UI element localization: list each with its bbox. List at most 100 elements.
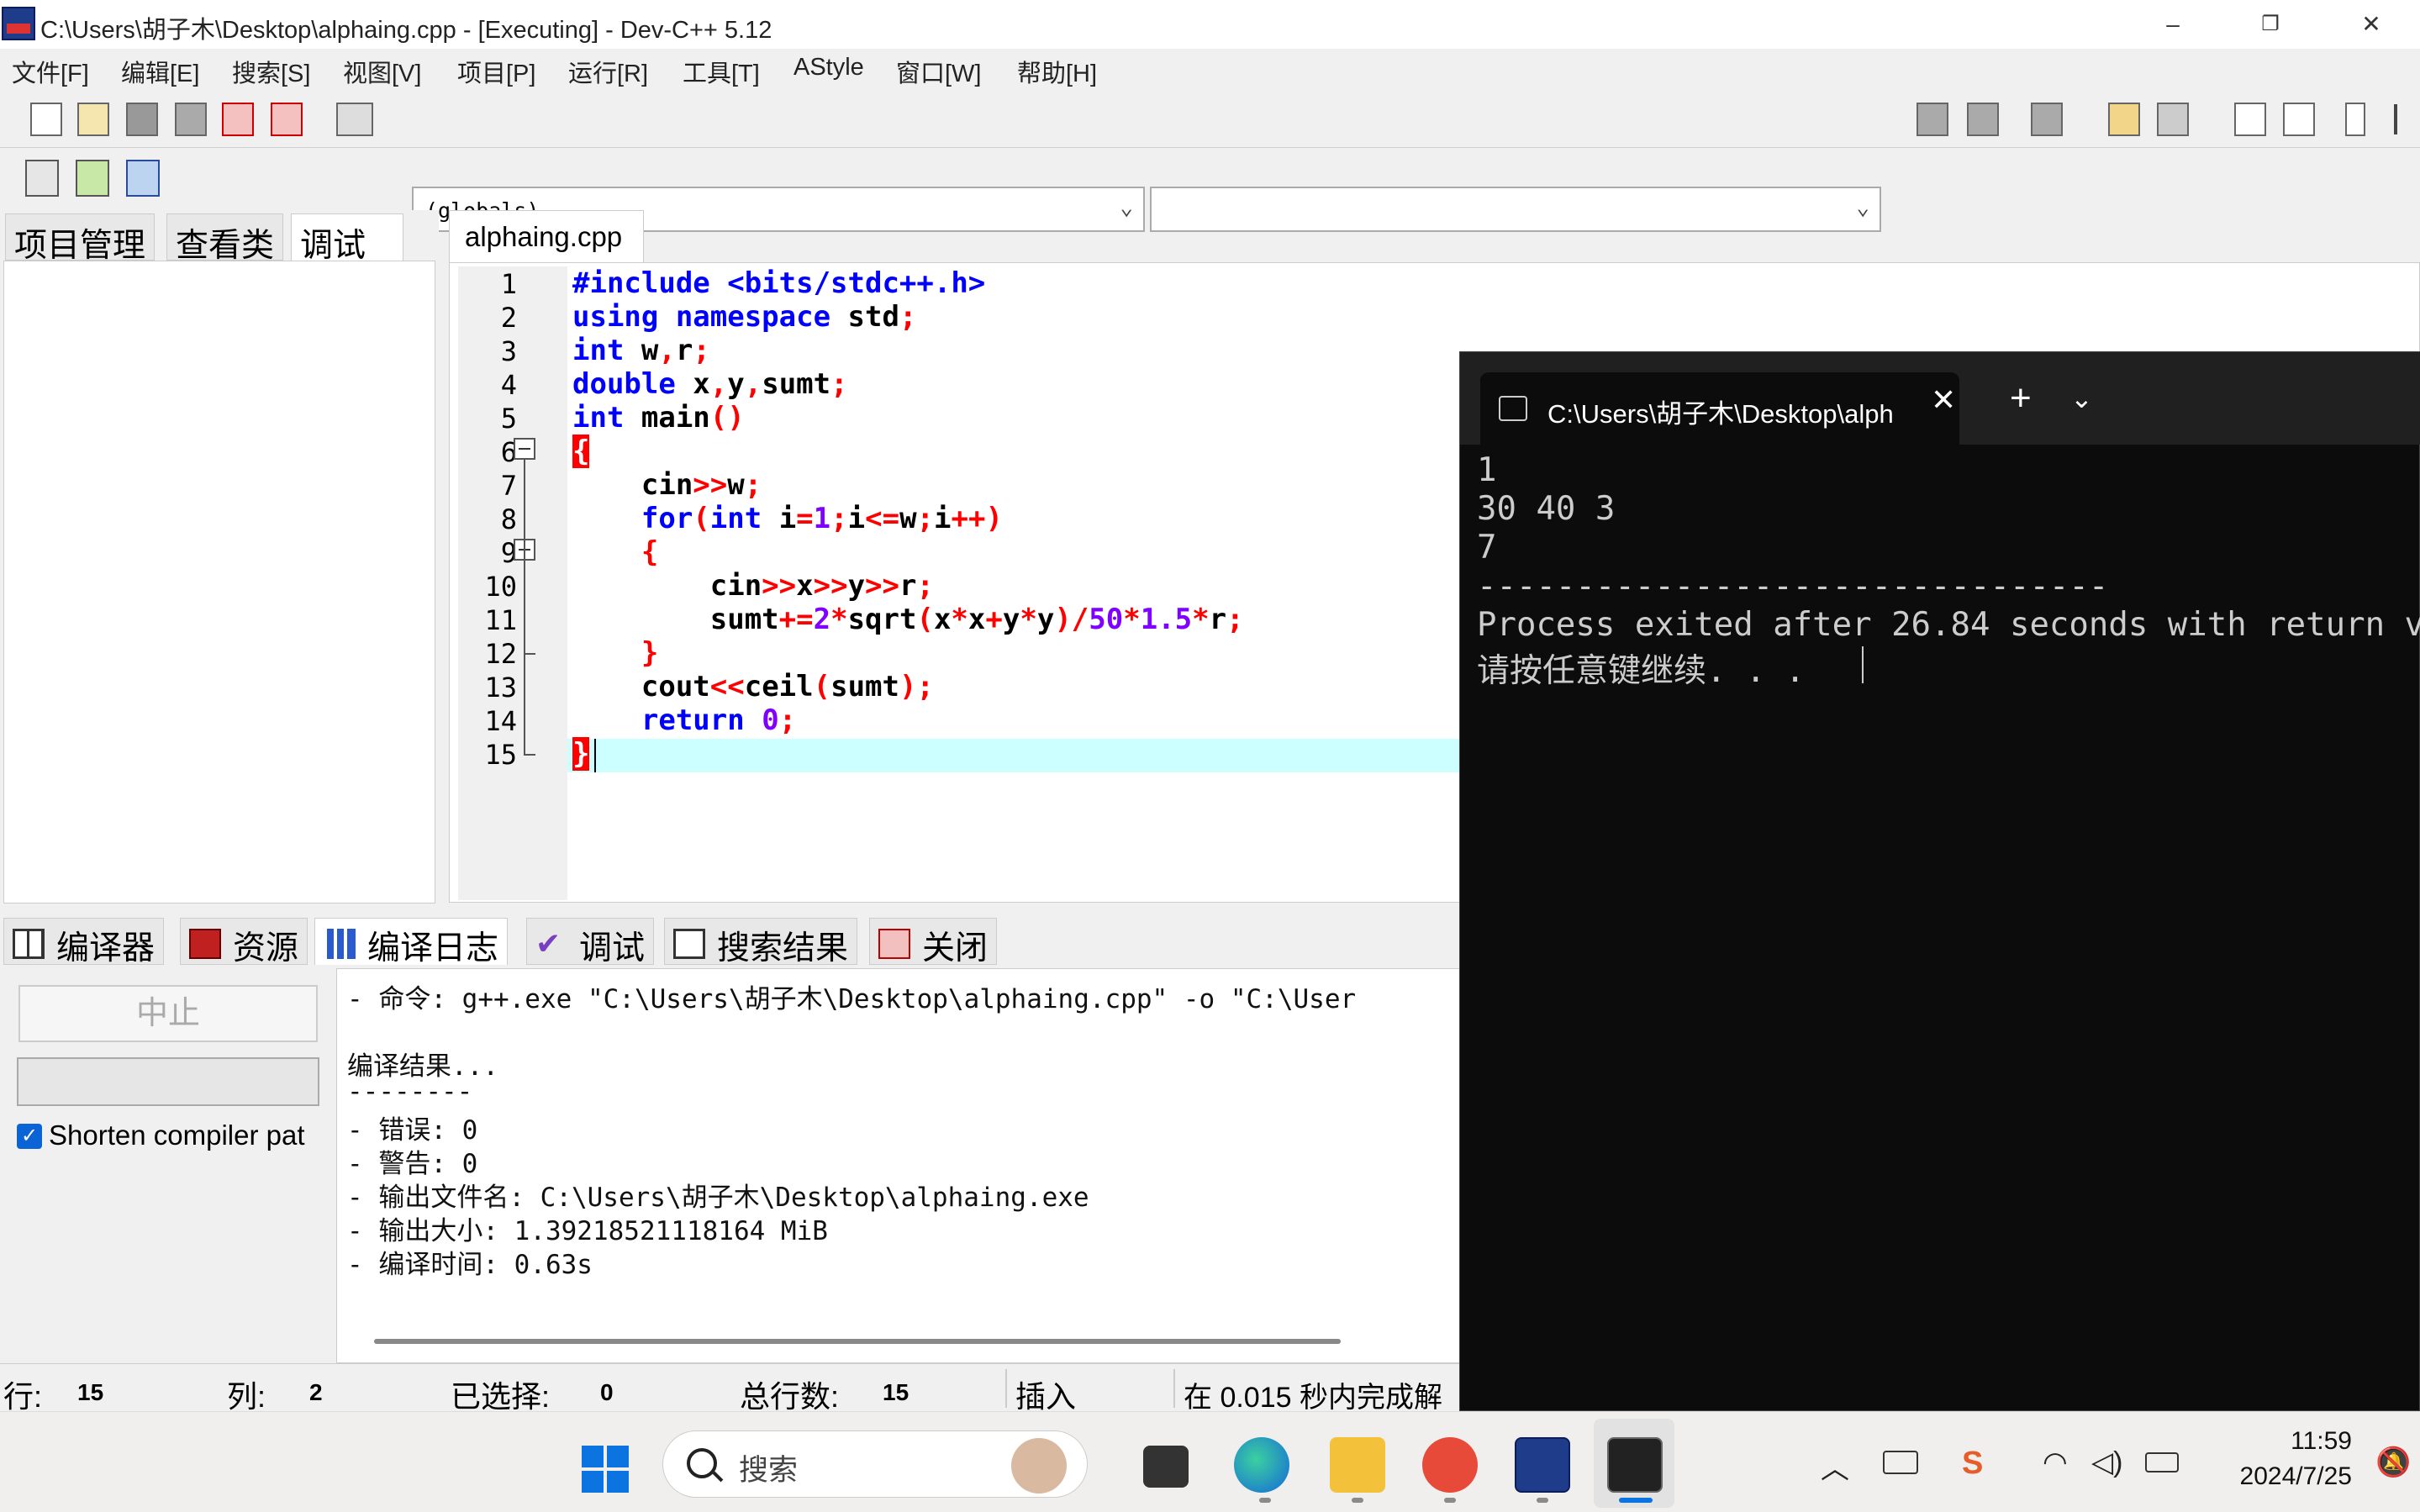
game-app-icon[interactable]: [1422, 1437, 1478, 1493]
menu-window[interactable]: 窗口[W]: [896, 54, 982, 89]
running-indicator: [1537, 1498, 1548, 1503]
running-indicator: [1352, 1498, 1363, 1503]
indent-right-icon[interactable]: [1967, 103, 1999, 136]
code-line: sumt+=2*sqrt(x*x+y*y)/50*1.5*r;: [572, 603, 1244, 636]
editor-file-tab[interactable]: alphaing.cpp: [449, 210, 644, 262]
line-number: 7: [500, 470, 517, 502]
menu-bar: 文件[F] 编辑[E] 搜索[S] 视图[V] 项目[P] 运行[R] 工具[T…: [0, 49, 2420, 91]
code-line: int w,r;: [572, 334, 710, 367]
new-project-icon[interactable]: [25, 160, 59, 197]
fold-guide: [524, 754, 535, 756]
goto-icon[interactable]: [2345, 103, 2365, 136]
close-all-icon[interactable]: [271, 103, 303, 136]
task-view-icon[interactable]: [1143, 1446, 1189, 1488]
menu-view[interactable]: 视图[V]: [343, 54, 421, 89]
tab-class-browser[interactable]: 查看类: [166, 213, 284, 264]
find-icon[interactable]: [2234, 103, 2266, 136]
stop-button[interactable]: 中止: [18, 985, 318, 1042]
volume-icon[interactable]: ◁): [2091, 1446, 2122, 1479]
wifi-icon[interactable]: ◠: [2043, 1446, 2068, 1479]
tab-search-results-label: 搜索结果: [717, 930, 849, 967]
tab-compile-log[interactable]: 编译日志: [314, 918, 509, 967]
search-label: 搜索: [739, 1454, 799, 1487]
notification-bell-icon[interactable]: 🔕: [2375, 1446, 2411, 1479]
grid-icon: [13, 929, 45, 959]
code-line: }: [572, 737, 590, 771]
windows-start-icon[interactable]: [582, 1446, 629, 1493]
open-file-icon[interactable]: [77, 103, 109, 136]
new-tab-plus-icon[interactable]: +: [2010, 377, 2032, 419]
title-bar: C:\Users\胡子木\Desktop\alphaing.cpp - [Exe…: [0, 0, 2420, 49]
horizontal-scrollbar[interactable]: [374, 1339, 1341, 1344]
menu-edit[interactable]: 编辑[E]: [121, 54, 199, 89]
keyboard-icon[interactable]: [1883, 1451, 1918, 1474]
fold-toggle-icon[interactable]: [514, 438, 535, 460]
menu-run[interactable]: 运行[R]: [568, 54, 648, 89]
code-line: cin>>x>>y>>r;: [572, 569, 934, 603]
edge-browser-icon[interactable]: [1234, 1437, 1289, 1493]
tab-compiler[interactable]: 编译器: [3, 918, 165, 967]
line-number: 4: [500, 369, 517, 401]
menu-file[interactable]: 文件[F]: [12, 54, 89, 89]
menu-astyle[interactable]: AStyle: [793, 54, 864, 82]
file-explorer-icon[interactable]: [1330, 1437, 1385, 1493]
compile-progress-bar: [17, 1057, 319, 1106]
status-row-label: 行:: [3, 1379, 43, 1414]
menu-help[interactable]: 帮助[H]: [1017, 54, 1097, 89]
comment-icon[interactable]: [2031, 103, 2063, 136]
devcpp-taskbar-icon[interactable]: [1515, 1437, 1570, 1493]
terminal-tab-close-icon[interactable]: ✕: [1931, 382, 1956, 418]
line-number: 15: [484, 739, 517, 771]
tab-resources-label: 资源: [233, 930, 299, 967]
taskbar: 搜索 ︿ S ◠ ◁) 11:59 2024/7/25 🔕: [0, 1411, 2420, 1512]
tab-debug-output-label: 调试: [579, 930, 646, 967]
menu-search[interactable]: 搜索[S]: [232, 54, 310, 89]
chevron-up-icon[interactable]: ︿: [1821, 1446, 1849, 1487]
close-file-icon[interactable]: [222, 103, 254, 136]
running-indicator: [1444, 1498, 1456, 1503]
function-combo[interactable]: ⌄: [1150, 187, 1881, 232]
restore-button[interactable]: ❐: [2216, 0, 2325, 49]
line-number: 13: [484, 672, 517, 703]
remove-from-project-icon[interactable]: [126, 160, 160, 197]
minimize-button[interactable]: –: [2118, 0, 2228, 49]
input-method-icon[interactable]: S: [1962, 1446, 1983, 1482]
chevron-down-icon[interactable]: ⌄: [2070, 382, 2093, 414]
tab-debug[interactable]: 调试: [291, 213, 403, 264]
tab-debug-output[interactable]: ✔ 调试: [526, 918, 655, 967]
redo-icon[interactable]: [2157, 103, 2189, 136]
code-line: #include <bits/stdc++.h>: [572, 266, 986, 300]
line-number: 12: [484, 638, 517, 670]
terminal-taskbar-icon[interactable]: [1607, 1437, 1663, 1493]
clock-date[interactable]: 2024/7/25: [2212, 1462, 2352, 1491]
replace-icon[interactable]: [2283, 103, 2315, 136]
save-all-icon[interactable]: [175, 103, 207, 136]
terminal-window[interactable]: C:\Users\胡子木\Desktop\alph ✕ + ⌄ 1 30 40 …: [1459, 351, 2420, 1411]
tab-close[interactable]: 关闭: [869, 918, 998, 967]
terminal-tab-title: C:\Users\胡子木\Desktop\alph: [1547, 399, 1894, 429]
terminal-tab[interactable]: C:\Users\胡子木\Desktop\alph: [1480, 372, 1959, 445]
close-button[interactable]: ✕: [2317, 0, 2420, 49]
new-file-icon[interactable]: [30, 103, 62, 136]
log-line: - 命令: g++.exe "C:\Users\胡子木\Desktop\alph…: [347, 984, 1357, 1014]
code-line: {: [572, 435, 590, 468]
add-to-project-icon[interactable]: [76, 160, 109, 197]
status-row-value: 15: [77, 1379, 104, 1405]
terminal-tab-bar: C:\Users\胡子木\Desktop\alph ✕ + ⌄: [1460, 352, 2420, 445]
tab-search-results[interactable]: 搜索结果: [664, 918, 858, 967]
menu-tools[interactable]: 工具[T]: [683, 54, 760, 89]
indent-left-icon[interactable]: [1916, 103, 1948, 136]
save-icon[interactable]: [126, 103, 158, 136]
tab-resources[interactable]: 资源: [180, 918, 308, 967]
taskbar-search-box[interactable]: 搜索: [662, 1430, 1088, 1498]
terminal-line: 30 40 3: [1477, 490, 1616, 528]
undo-icon[interactable]: [2108, 103, 2140, 136]
line-number: 5: [500, 403, 517, 435]
shorten-paths-checkbox[interactable]: ✓: [17, 1124, 42, 1149]
line-number: 14: [484, 705, 517, 737]
clock-time[interactable]: 11:59: [2268, 1427, 2352, 1456]
battery-icon[interactable]: [2145, 1452, 2179, 1472]
tab-project-manager[interactable]: 项目管理: [5, 213, 156, 264]
print-icon[interactable]: [336, 103, 373, 136]
menu-project[interactable]: 项目[P]: [457, 54, 535, 89]
